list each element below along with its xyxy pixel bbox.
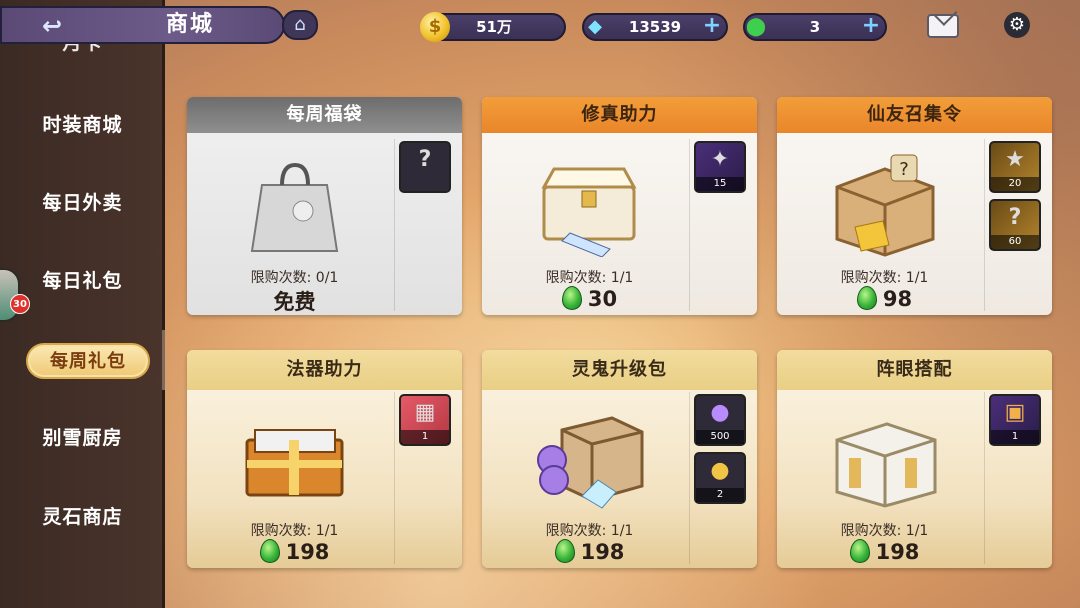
sidebar-item-fashion-shop[interactable]: 时装商城 (0, 101, 165, 149)
mail-icon[interactable] (927, 14, 959, 38)
jade-counter: ⬤ 3 + (743, 13, 887, 41)
jade-icon (259, 539, 280, 563)
price: 198 (482, 539, 697, 564)
sidebar-item-spirit-stone-shop[interactable]: 灵石商店 (0, 493, 165, 541)
jade-icon (856, 286, 877, 310)
shop-card-cultivation-boost[interactable]: 修真助力 ✦ 15 限购次数: 1/1 30 (482, 97, 757, 315)
sidebar-item-daily-delivery[interactable]: 每日外卖 (0, 179, 165, 227)
gold-coin-icon[interactable]: ● 2 (694, 452, 746, 504)
shop-card-weekly-lucky-bag[interactable]: 每周福袋 ? 限购次数: 0/1 免费 (187, 97, 462, 315)
jade-icon (554, 539, 575, 563)
svg-text:?: ? (899, 159, 909, 180)
purchase-limit: 限购次数: 1/1 (840, 270, 929, 286)
coin-counter: $ 51万 (420, 12, 566, 42)
add-jade-button[interactable]: + (861, 15, 881, 37)
price: 198 (777, 539, 992, 564)
page-title: 商城 (165, 12, 214, 37)
mystery-puzzle-icon[interactable]: ? (399, 141, 451, 193)
card-title: 灵鬼升级包 (482, 350, 757, 390)
purchase-limit: 限购次数: 1/1 (545, 523, 634, 539)
gift-crate-icon (245, 429, 344, 497)
avatar-badge: 30 (10, 294, 30, 314)
reward-column: ✦ 15 (689, 139, 751, 311)
shop-card-artifact-boost[interactable]: 法器助力 ▦ 1 限购次数: 1/1 198 (187, 350, 462, 568)
price: 198 (187, 539, 402, 564)
paper-bag-icon (250, 162, 339, 252)
crystal-counter: ◆ 13539 + (582, 13, 728, 41)
shop-card-formation-set[interactable]: 阵眼搭配 ▣ 1 限购次数: 1/1 198 (777, 350, 1052, 568)
sidebar-item-kitchen[interactable]: 别雪厨房 (0, 414, 165, 462)
treasure-chest-icon (541, 167, 637, 257)
shop-card-friend-summon[interactable]: 仙友召集令 ? ★ 20 ? 60 限购次数: 1/1 98 (777, 97, 1052, 315)
purchase-limit: 限购次数: 1/1 (840, 523, 929, 539)
shop-icon[interactable]: ▦ 1 (399, 394, 451, 446)
jade-icon: ⬤ (745, 16, 767, 37)
mystery-puzzle-icon[interactable]: ? 60 (989, 199, 1041, 251)
sidebar: 月卡 时装商城 每日外卖 每日礼包 每周礼包 别雪厨房 灵石商店 30 (0, 0, 165, 608)
gold-ticket-icon[interactable]: ★ 20 (989, 141, 1041, 193)
sidebar-scrollbar[interactable] (162, 330, 165, 390)
reward-column: ★ 20 ? 60 (984, 139, 1046, 311)
card-title: 仙友召集令 (777, 97, 1052, 133)
jade-icon (561, 286, 582, 310)
add-crystal-button[interactable]: + (702, 15, 722, 37)
purple-coin-icon[interactable]: ● 500 (694, 394, 746, 446)
reward-column: ▣ 1 (984, 392, 1046, 564)
jade-icon (849, 539, 870, 563)
mystery-box-icon[interactable]: ▣ 1 (989, 394, 1041, 446)
reward-column: ▦ 1 (394, 392, 456, 564)
gear-icon[interactable]: ⚙ (1004, 12, 1030, 38)
cardboard-box-icon (537, 416, 644, 509)
crystal-icon: ◆ (588, 16, 602, 37)
price-free: 免费 (273, 290, 316, 314)
home-icon: ⌂ (294, 14, 306, 35)
price: 30 (482, 286, 697, 311)
price: 98 (777, 286, 992, 311)
coin-icon: $ (420, 12, 450, 42)
back-arrow-icon[interactable]: ↩ (38, 12, 66, 40)
mystery-box-icon: ? (835, 154, 935, 257)
jade-value: 3 (809, 18, 821, 36)
white-gift-box-icon (835, 422, 937, 508)
card-title: 阵眼搭配 (777, 350, 1052, 390)
home-button[interactable]: ⌂ (282, 10, 318, 40)
card-title: 法器助力 (187, 350, 462, 390)
ticket-icon[interactable]: ✦ 15 (694, 141, 746, 193)
reward-column: ● 500 ● 2 (689, 392, 751, 564)
card-title: 每周福袋 (187, 97, 462, 133)
card-title: 修真助力 (482, 97, 757, 133)
crystal-value: 13539 (628, 18, 682, 36)
purchase-limit: 限购次数: 1/1 (545, 270, 634, 286)
avatar[interactable]: 30 (0, 268, 30, 322)
sidebar-item-weekly-gift[interactable]: 每周礼包 (26, 343, 150, 379)
coin-value: 51万 (476, 18, 512, 36)
purchase-limit: 限购次数: 1/1 (250, 523, 339, 539)
shop-card-spirit-upgrade-pack[interactable]: 灵鬼升级包 ● 500 ● 2 限购次数: 1/1 198 (482, 350, 757, 568)
purchase-limit: 限购次数: 0/1 (250, 270, 339, 286)
reward-column: ? (394, 139, 456, 311)
